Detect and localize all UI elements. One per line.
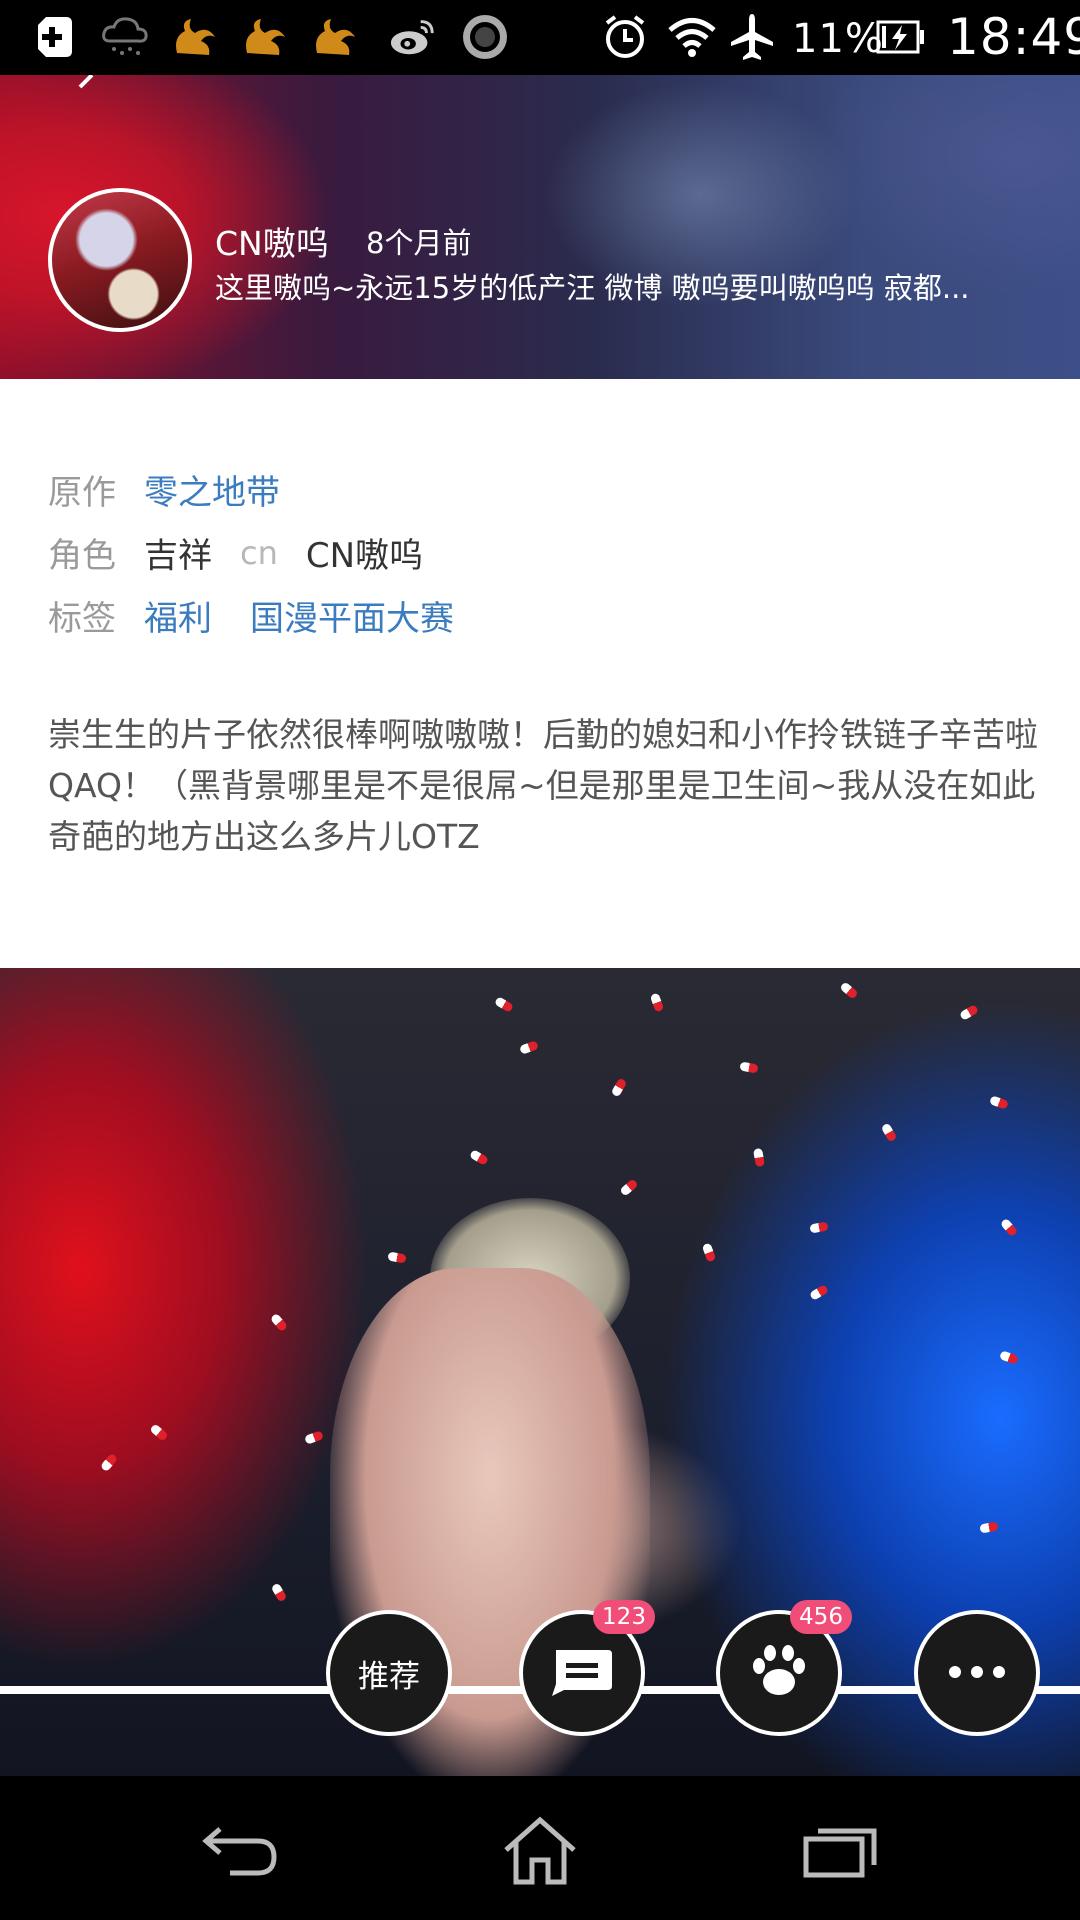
role-label: 角色 bbox=[48, 536, 116, 576]
weibo-icon bbox=[388, 12, 438, 62]
photo-pill bbox=[999, 1350, 1019, 1365]
photo-pill bbox=[149, 1423, 169, 1442]
original-work-link[interactable]: 零之地带 bbox=[144, 465, 280, 514]
photo-pill bbox=[739, 1061, 759, 1074]
photo-pill bbox=[808, 1284, 830, 1301]
original-work-row: 原作 零之地带 bbox=[48, 465, 318, 514]
plus-icon bbox=[27, 12, 77, 62]
like-button[interactable]: 456 bbox=[716, 1600, 852, 1736]
photo-pill bbox=[519, 1040, 539, 1055]
record-icon bbox=[460, 12, 510, 62]
photo-pill bbox=[270, 1582, 288, 1603]
photo-pill bbox=[619, 1178, 639, 1197]
back-icon[interactable] bbox=[195, 1816, 285, 1886]
photo-pill bbox=[979, 1521, 999, 1534]
post-details: 原作 零之地带 角色 吉祥 cn CN嗷呜 标签 福利 国漫平面大赛 崇生生的片… bbox=[0, 379, 1080, 968]
uc-browser-icon bbox=[240, 12, 290, 62]
author-avatar[interactable] bbox=[48, 188, 192, 332]
back-arrow-icon[interactable] bbox=[68, 75, 108, 105]
photo-pill bbox=[493, 996, 515, 1013]
photo-pill bbox=[989, 1095, 1009, 1110]
photo-pill bbox=[809, 1221, 829, 1234]
uc-browser-icon bbox=[170, 12, 220, 62]
author-header: CN嗷呜 8个月前 这里嗷呜~永远15岁的低产汪 微博 嗷呜要叫嗷呜呜 寂都..… bbox=[0, 75, 1080, 379]
role-cosplayer: CN嗷呜 bbox=[305, 536, 424, 576]
photo-pill bbox=[610, 1077, 628, 1098]
battery-charging-icon bbox=[874, 12, 928, 62]
photo-pill bbox=[99, 1452, 119, 1473]
clock-time: 18:49 bbox=[947, 8, 1080, 66]
comment-count-badge: 123 bbox=[593, 1600, 655, 1634]
alarm-icon bbox=[600, 12, 650, 62]
comment-button[interactable]: 123 bbox=[519, 1600, 655, 1736]
photo-pill bbox=[387, 1251, 407, 1264]
photo-pill bbox=[999, 1217, 1019, 1238]
recent-apps-icon[interactable] bbox=[795, 1816, 885, 1886]
status-bar: 11% 18:49 bbox=[0, 0, 1080, 75]
role-separator: cn bbox=[240, 533, 278, 572]
role-row: 角色 吉祥 cn CN嗷呜 bbox=[48, 528, 423, 577]
like-count-badge: 456 bbox=[790, 1600, 852, 1634]
home-icon[interactable] bbox=[495, 1816, 585, 1886]
post-time: 8个月前 bbox=[366, 226, 472, 260]
wifi-icon bbox=[667, 12, 717, 62]
photo-pill bbox=[304, 1430, 324, 1445]
tags-label: 标签 bbox=[48, 599, 116, 639]
author-bio: 这里嗷呜~永远15岁的低产汪 微博 嗷呜要叫嗷呜呜 寂都... bbox=[215, 271, 970, 305]
recommend-label: 推荐 bbox=[358, 1658, 420, 1695]
uc-browser-icon bbox=[310, 12, 360, 62]
photo-pill bbox=[839, 981, 859, 1000]
photo-pill bbox=[269, 1312, 289, 1333]
tags-row: 标签 福利 国漫平面大赛 bbox=[48, 591, 492, 640]
comment-icon bbox=[550, 1646, 614, 1700]
more-button[interactable] bbox=[914, 1610, 1040, 1736]
rain-cloud-icon bbox=[100, 12, 150, 62]
tag-link[interactable]: 福利 bbox=[144, 591, 212, 640]
airplane-icon bbox=[727, 12, 777, 62]
battery-percent: 11% bbox=[792, 16, 884, 62]
post-description: 崇生生的片子依然很棒啊嗷嗷嗷！后勤的媳妇和小作拎铁链子辛苦啦QAQ！（黑背景哪里… bbox=[48, 715, 1038, 856]
role-character: 吉祥 bbox=[144, 536, 212, 576]
recommend-button[interactable]: 推荐 bbox=[326, 1610, 452, 1736]
more-dots-icon bbox=[947, 1664, 1007, 1683]
paw-icon bbox=[751, 1644, 807, 1702]
tag-link[interactable]: 国漫平面大赛 bbox=[250, 591, 454, 640]
system-nav-bar bbox=[0, 1776, 1080, 1920]
original-label: 原作 bbox=[48, 473, 116, 513]
photo-pill bbox=[958, 1004, 980, 1021]
photo-pill bbox=[649, 992, 665, 1013]
author-name[interactable]: CN嗷呜 bbox=[215, 217, 329, 265]
photo-pill bbox=[468, 1149, 490, 1166]
photo-pill bbox=[880, 1122, 898, 1143]
photo-pill bbox=[753, 1147, 765, 1168]
photo-pill bbox=[701, 1242, 717, 1263]
